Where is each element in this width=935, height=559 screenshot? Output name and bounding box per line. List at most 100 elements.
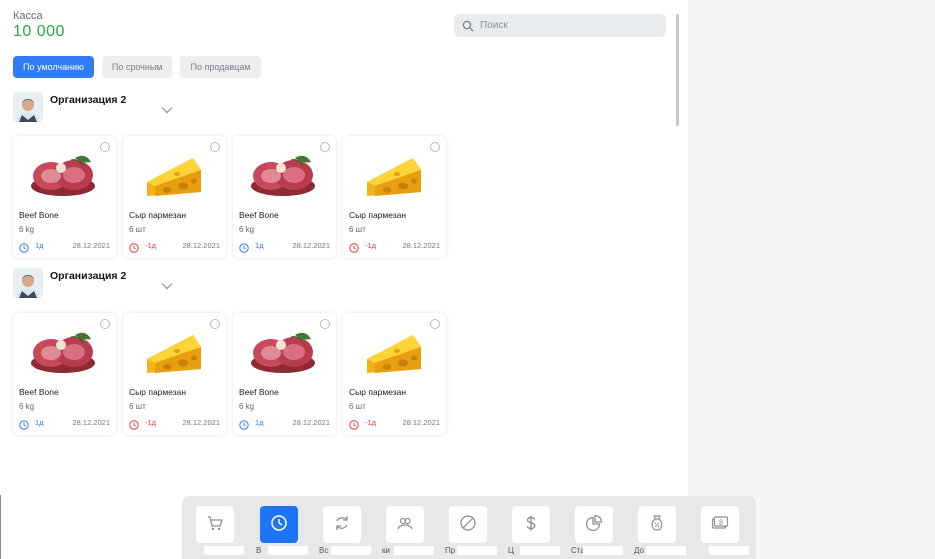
cheese-image <box>357 325 429 377</box>
clock-icon <box>270 514 288 535</box>
select-radio[interactable] <box>430 142 440 152</box>
organization-name: Организация 2 <box>50 270 127 282</box>
product-quantity: 6 kg <box>19 402 35 411</box>
clock-icon <box>349 240 359 253</box>
refresh-icon <box>333 514 351 535</box>
product-quantity: 6 kg <box>239 402 255 411</box>
meat-image <box>247 325 319 377</box>
nav-label: ки <box>382 546 390 555</box>
clock-icon <box>349 417 359 430</box>
cheese-image <box>137 325 209 377</box>
product-name: Сыр пармезан <box>349 210 407 220</box>
select-radio[interactable] <box>320 319 330 329</box>
avatar <box>13 268 43 298</box>
select-radio[interactable] <box>100 319 110 329</box>
app-root: Касса 10 000 По умолчанию По срочным По … <box>0 0 935 559</box>
clock-icon <box>19 240 29 253</box>
cash-value: 10 000 <box>13 23 65 40</box>
select-radio[interactable] <box>210 319 220 329</box>
chevron-down-icon[interactable] <box>161 101 173 114</box>
product-name: Сыр пармезан <box>129 387 187 397</box>
label-redaction <box>394 546 434 555</box>
product-cards: Beef Bone 6 kg 1д 28.12.2021 Сыр пармеза… <box>13 136 446 258</box>
svg-text:$: $ <box>719 520 723 527</box>
cash-label: Касса <box>13 10 43 22</box>
product-name: Beef Bone <box>239 210 279 220</box>
select-radio[interactable] <box>210 142 220 152</box>
cheese-image <box>137 148 209 200</box>
search-input[interactable] <box>480 20 660 31</box>
label-redaction <box>709 546 749 555</box>
nav-button-refresh[interactable] <box>323 506 361 543</box>
product-card[interactable]: Сыр пармезан 6 шт -1д 28.12.2021 <box>343 313 446 435</box>
organization-header[interactable]: Организация 2 <box>13 268 183 300</box>
product-card[interactable]: Beef Bone 6 kg 1д 28.12.2021 <box>13 313 116 435</box>
product-card[interactable]: Beef Bone 6 kg 1д 28.12.2021 <box>233 313 336 435</box>
label-redaction <box>204 546 244 555</box>
block-icon <box>459 514 477 535</box>
product-card[interactable]: Beef Bone 6 kg 1д 28.12.2021 <box>13 136 116 258</box>
nav-button-pie-chart[interactable] <box>575 506 613 543</box>
filter-urgent[interactable]: По срочным <box>101 56 173 78</box>
scrollbar[interactable] <box>676 14 679 126</box>
clock-icon <box>129 417 139 430</box>
expiry-date: 28.12.2021 <box>292 418 330 427</box>
select-radio[interactable] <box>100 142 110 152</box>
expiry-date: 28.12.2021 <box>402 241 440 250</box>
days-left: -1д <box>145 418 157 427</box>
users-icon <box>396 514 414 535</box>
product-card[interactable]: Сыр пармезан 6 шт -1д 28.12.2021 <box>343 136 446 258</box>
expiry-date: 28.12.2021 <box>292 241 330 250</box>
meat-image <box>247 148 319 200</box>
days-left: -1д <box>365 418 377 427</box>
cheese-image <box>357 148 429 200</box>
product-quantity: 6 kg <box>19 225 35 234</box>
pie-chart-icon <box>585 514 603 535</box>
filter-sellers[interactable]: По продавцам <box>180 56 261 78</box>
search-icon <box>462 20 474 31</box>
divider <box>0 495 1 559</box>
days-left: 1д <box>255 418 264 427</box>
nav-label: Пр <box>445 546 456 555</box>
product-card[interactable]: Beef Bone 6 kg 1д 28.12.2021 <box>233 136 336 258</box>
nav-button-cash[interactable]: $ <box>701 506 739 543</box>
dollar-icon <box>522 514 540 535</box>
search-box[interactable] <box>454 14 666 37</box>
expiry-date: 28.12.2021 <box>402 418 440 427</box>
organization-header[interactable]: Организация 2 <box>13 92 183 124</box>
clock-icon <box>19 417 29 430</box>
select-radio[interactable] <box>430 319 440 329</box>
nav-label: До <box>634 546 644 555</box>
product-name: Beef Bone <box>239 387 279 397</box>
filter-default[interactable]: По умолчанию <box>13 56 94 78</box>
right-panel <box>688 0 935 559</box>
nav-label: Ц <box>508 546 514 555</box>
clock-icon <box>129 240 139 253</box>
nav-button-dollar[interactable] <box>512 506 550 543</box>
label-redaction <box>583 546 623 555</box>
nav-button-cart[interactable] <box>196 506 234 543</box>
nav-button-users[interactable] <box>386 506 424 543</box>
product-cards: Beef Bone 6 kg 1д 28.12.2021 Сыр пармеза… <box>13 313 446 435</box>
label-redaction <box>331 546 371 555</box>
days-left: 1д <box>255 241 264 250</box>
nav-label: В <box>256 546 262 555</box>
label-redaction <box>520 546 560 555</box>
expiry-date: 28.12.2021 <box>182 241 220 250</box>
nav-button-clock[interactable] <box>260 506 298 543</box>
clock-icon <box>239 240 249 253</box>
nav-button-block[interactable] <box>449 506 487 543</box>
select-radio[interactable] <box>320 142 330 152</box>
nav-button-percent-bag[interactable] <box>638 506 676 543</box>
days-left: 1д <box>35 418 44 427</box>
product-quantity: 6 шт <box>349 225 366 234</box>
organization-name: Организация 2 <box>50 94 127 106</box>
days-left: -1д <box>145 241 157 250</box>
product-quantity: 6 шт <box>349 402 366 411</box>
product-card[interactable]: Сыр пармезан 6 шт -1д 28.12.2021 <box>123 136 226 258</box>
product-quantity: 6 шт <box>129 225 146 234</box>
product-name: Beef Bone <box>19 387 59 397</box>
expiry-date: 28.12.2021 <box>182 418 220 427</box>
product-card[interactable]: Сыр пармезан 6 шт -1д 28.12.2021 <box>123 313 226 435</box>
chevron-down-icon[interactable] <box>161 277 173 290</box>
